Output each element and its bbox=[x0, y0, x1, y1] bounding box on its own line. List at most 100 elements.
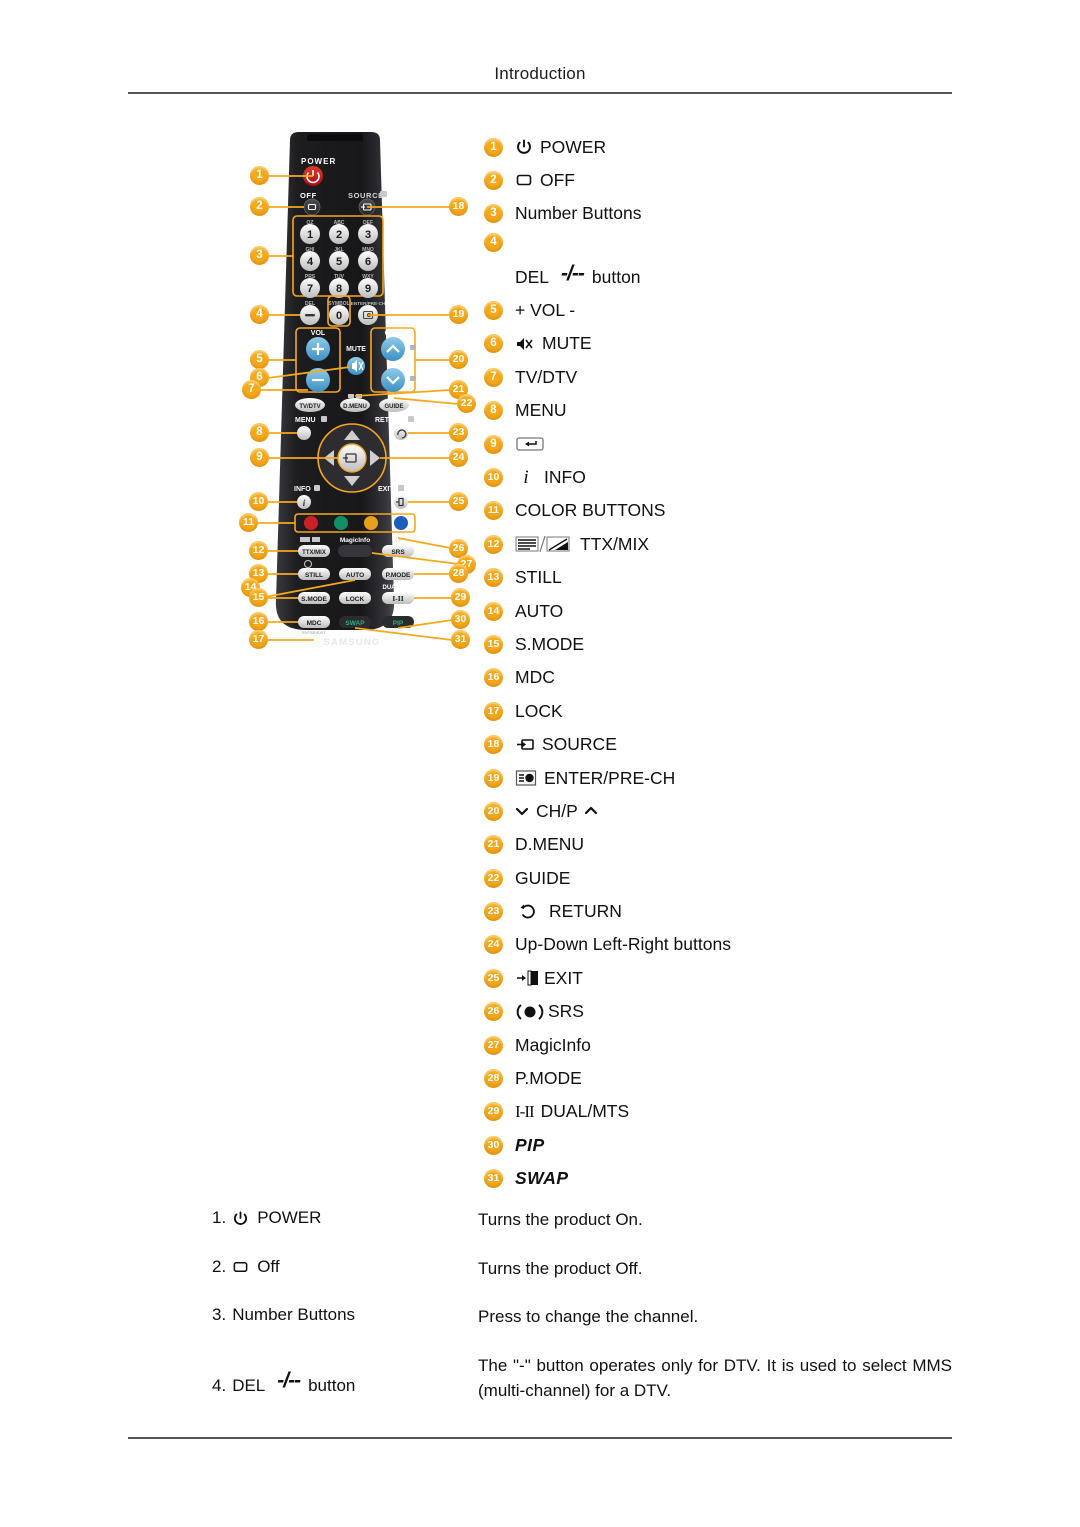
legend-badge: 5 bbox=[484, 301, 503, 321]
legend-item-14: 14 AUTO bbox=[484, 597, 984, 625]
off-rect-icon bbox=[232, 1260, 249, 1274]
description-label: Number Buttons bbox=[232, 1305, 356, 1325]
legend-badge: 14 bbox=[484, 601, 503, 621]
description-row: 4. DEL -/-- button The "-" button operat… bbox=[212, 1354, 952, 1403]
description-row: 1. POWER Turns the product On. bbox=[212, 1208, 952, 1233]
legend-label: DUAL/MTS bbox=[540, 1101, 630, 1122]
callout-badge-18: 18 bbox=[449, 197, 468, 216]
callout-badge-29: 29 bbox=[451, 588, 470, 607]
callout-badge-22: 22 bbox=[457, 394, 476, 413]
power-icon bbox=[232, 1210, 249, 1227]
remote-legend-list: 1 POWER 2 OFF 3 Number Buttons 4 DEL -/-… bbox=[484, 133, 984, 1198]
legend-badge: 22 bbox=[484, 868, 503, 888]
info-icon: i bbox=[523, 466, 529, 488]
legend-item-27: 27 MagicInfo bbox=[484, 1031, 984, 1059]
chevron-down-icon bbox=[515, 804, 529, 818]
remote-callout-badges: 1 2 3 4 5 6 7 8 9 10 11 12 13 14 15 16 1… bbox=[238, 128, 478, 649]
legend-label: MUTE bbox=[542, 333, 592, 354]
legend-item-26: 26 SRS bbox=[484, 998, 984, 1026]
legend-label: SRS bbox=[548, 1001, 584, 1022]
legend-badge: 27 bbox=[484, 1035, 503, 1055]
page-title: Introduction bbox=[494, 64, 586, 83]
callout-badge-24: 24 bbox=[449, 448, 468, 467]
legend-item-19: 19 ENTER/PRE-CH bbox=[484, 764, 984, 792]
legend-badge: 7 bbox=[484, 367, 503, 387]
manual-page: Introduction POWER OFF SOURCE QZ 1 ABC 2… bbox=[0, 0, 1080, 1527]
legend-label: P.MODE bbox=[515, 1068, 582, 1089]
legend-item-18: 18 SOURCE bbox=[484, 731, 984, 759]
enter-key-icon bbox=[515, 435, 545, 453]
legend-badge: 13 bbox=[484, 568, 503, 588]
legend-badge: 31 bbox=[484, 1169, 503, 1189]
description-number: 2. bbox=[212, 1256, 227, 1276]
callout-badge-20: 20 bbox=[449, 350, 468, 369]
legend-badge: 6 bbox=[484, 334, 503, 354]
enter-prech-icon bbox=[515, 769, 537, 787]
legend-item-21: 21 D.MENU bbox=[484, 831, 984, 859]
dual-mts-icon: I-II bbox=[515, 1101, 535, 1121]
legend-item-31: 31 SWAP bbox=[484, 1165, 984, 1193]
legend-item-12: 12 TTX/MIX bbox=[484, 530, 984, 558]
del-dash-icon: -/-- bbox=[277, 1368, 301, 1392]
legend-item-25: 25 EXIT bbox=[484, 964, 984, 992]
off-rect-icon bbox=[515, 173, 533, 187]
legend-badge: 17 bbox=[484, 701, 503, 721]
remote-control-illustration: POWER OFF SOURCE QZ 1 ABC 2 DEF 3 GHI 4 … bbox=[238, 128, 478, 649]
legend-label: INFO bbox=[544, 467, 586, 488]
callout-badge-10: 10 bbox=[249, 492, 268, 511]
legend-item-28: 28 P.MODE bbox=[484, 1065, 984, 1093]
description-number: 3. bbox=[212, 1305, 227, 1325]
callout-badge-17: 17 bbox=[249, 630, 268, 649]
legend-badge: 10 bbox=[484, 468, 503, 488]
callout-badge-23: 23 bbox=[449, 423, 468, 442]
legend-label: OFF bbox=[540, 169, 575, 190]
callout-badge-19: 19 bbox=[449, 305, 468, 324]
header-divider bbox=[128, 92, 952, 94]
legend-item-24: 24 Up-Down Left-Right buttons bbox=[484, 931, 984, 959]
description-label: POWER bbox=[257, 1208, 322, 1227]
legend-item-13: 13 STILL bbox=[484, 564, 984, 592]
legend-item-8: 8 MENU bbox=[484, 397, 984, 425]
description-label-after: button bbox=[308, 1375, 356, 1395]
legend-badge: 20 bbox=[484, 801, 503, 821]
legend-label: D.MENU bbox=[515, 834, 585, 855]
legend-label: MDC bbox=[515, 667, 555, 688]
legend-badge: 11 bbox=[484, 501, 503, 521]
callout-badge-5: 5 bbox=[250, 350, 269, 369]
callout-badge-16: 16 bbox=[249, 612, 268, 631]
legend-badge: 8 bbox=[484, 401, 503, 421]
footer-divider bbox=[128, 1437, 952, 1439]
callout-badge-12: 12 bbox=[249, 541, 268, 560]
legend-label: TTX/MIX bbox=[580, 533, 650, 554]
legend-item-2: 2 OFF bbox=[484, 166, 984, 194]
legend-label: Number Buttons bbox=[515, 203, 642, 224]
description-row: 3. Number Buttons Press to change the ch… bbox=[212, 1305, 952, 1330]
callout-badge-25: 25 bbox=[449, 492, 468, 511]
description-label-cell: 1. POWER bbox=[212, 1208, 478, 1228]
description-text: Turns the product On. bbox=[478, 1210, 643, 1229]
description-label-cell: 4. DEL -/-- button bbox=[212, 1354, 478, 1396]
legend-item-4: 4 DEL -/-- button bbox=[484, 233, 984, 291]
legend-label: AUTO bbox=[515, 600, 564, 621]
legend-item-5: 5 + VOL - bbox=[484, 297, 984, 325]
legend-badge: 19 bbox=[484, 768, 503, 788]
legend-item-20: 20 CH/P bbox=[484, 797, 984, 825]
callout-badge-9: 9 bbox=[250, 448, 269, 467]
legend-label: EXIT bbox=[544, 967, 583, 988]
description-row: 2. Off Turns the product Off. bbox=[212, 1257, 952, 1282]
legend-item-23: 23 RETURN bbox=[484, 898, 984, 926]
callout-badge-8: 8 bbox=[250, 423, 269, 442]
legend-label: DEL bbox=[515, 267, 550, 288]
mute-icon bbox=[515, 336, 535, 352]
legend-label-after: button bbox=[591, 267, 641, 288]
legend-item-10: 10 i INFO bbox=[484, 464, 984, 492]
legend-badge: 26 bbox=[484, 1002, 503, 1022]
callout-badge-3: 3 bbox=[250, 246, 269, 265]
description-label: DEL bbox=[232, 1375, 266, 1395]
legend-label: SWAP bbox=[515, 1168, 569, 1189]
callout-badge-31: 31 bbox=[451, 630, 470, 649]
legend-label: Up-Down Left-Right buttons bbox=[515, 934, 731, 955]
legend-label: LOCK bbox=[515, 700, 563, 721]
legend-label: RETURN bbox=[549, 901, 622, 922]
legend-badge: 30 bbox=[484, 1135, 503, 1155]
